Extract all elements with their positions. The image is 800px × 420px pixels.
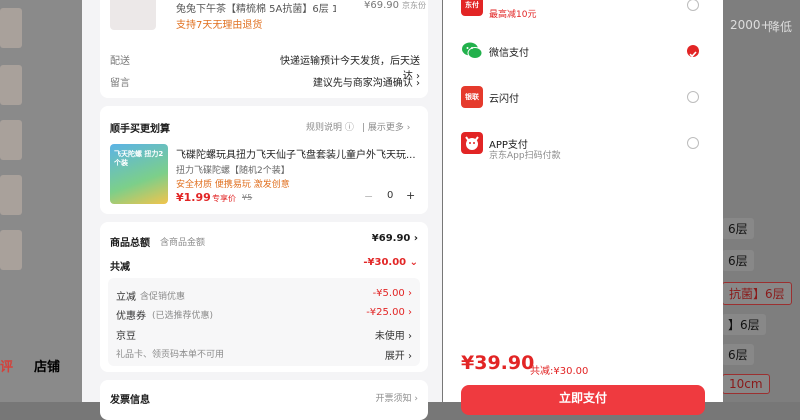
product-image (110, 0, 156, 30)
background-tab-reviews[interactable]: 评 (0, 356, 13, 375)
quantity-minus-button[interactable]: − (364, 190, 373, 203)
background-count: 2000+ (730, 18, 771, 32)
show-more-link[interactable]: | 展示更多 › (362, 120, 410, 133)
bundle-item-price: ¥1.99 (176, 191, 211, 204)
message-label: 留言 (110, 78, 130, 89)
payment-panel: 东付 最高减10元 微信支付 银联 云闪付 APP支付 京东App扫码付款 ¥3… (443, 0, 723, 415)
instant-value[interactable]: -¥5.00 › (373, 288, 412, 299)
reduce-label: 共减 (110, 262, 130, 273)
jd-beans-label: 京豆 (116, 331, 136, 342)
background-right-column: 2000+ 降低 6层 6层 抗菌】6层 】6层 6层 10cm (722, 0, 800, 402)
instant-sub: 含促销优惠 (140, 292, 186, 302)
wechat-glyph (462, 42, 483, 59)
bundle-item-image[interactable]: 飞天陀螺 扭力2个装 (110, 144, 168, 204)
radio-unionpay[interactable] (687, 91, 699, 103)
bundle-item-tags: 安全材质 便携易玩 激发创意 (176, 180, 290, 190)
reduce-value[interactable]: -¥30.00 ⌄ (363, 257, 418, 268)
product-price: ¥69.90 (364, 0, 399, 11)
product-shop: 京东份 (402, 1, 426, 10)
bundle-item-original-price: ¥5 (242, 193, 253, 202)
background-tab-shop[interactable]: 店铺 (34, 356, 60, 375)
wechat-pay-name: 微信支付 (489, 48, 529, 59)
radio-jd[interactable] (687, 0, 699, 11)
return-policy-tag: 支持7天无理由退货 (176, 20, 263, 31)
total-value[interactable]: ¥69.90 › (372, 233, 418, 244)
pay-total-reduce: 共减:¥30.00 (530, 366, 589, 377)
coupon-sub: (已选推荐优惠) (152, 311, 214, 321)
app-pay-sub: 京东App扫码付款 (489, 151, 561, 161)
checkmark-icon (689, 51, 697, 58)
jd-pay-discount: 最高减10元 (489, 10, 537, 20)
jd-beans-value[interactable]: 未使用 › (375, 327, 412, 342)
background-thumbnail (0, 120, 22, 160)
info-icon: ⓘ (344, 123, 354, 133)
radio-wechat-selected[interactable] (687, 45, 699, 58)
gift-card-expand[interactable]: 展开 › (385, 347, 412, 362)
gift-card-label: 礼品卡、领贡码本单不可用 (116, 350, 225, 360)
background-chip[interactable]: 10cm (722, 374, 770, 394)
background-left-column: 评 店铺 (0, 0, 82, 402)
payment-option-app[interactable]: APP支付 京东App扫码付款 (461, 132, 705, 161)
delivery-label: 配送 (110, 56, 130, 67)
message-input[interactable]: 建议先与商家沟通确认 › (280, 74, 420, 89)
coupon-label: 优惠券 (116, 311, 146, 322)
bundle-item-spec[interactable]: 扭力飞碟陀螺【随机2个装】 (176, 163, 290, 176)
background-chip[interactable]: 6层 (722, 250, 754, 271)
jd-pay-icon: 东付 (461, 0, 483, 16)
invoice-label: 发票信息 (110, 395, 150, 406)
background-chip[interactable]: 抗菌】6层 (722, 282, 792, 305)
payment-option-unionpay[interactable]: 银联 云闪付 (461, 86, 705, 110)
background-thumbnail (0, 230, 22, 270)
discount-breakdown: 立减 含促销优惠 -¥5.00 › 优惠券 (已选推荐优惠) -¥25.00 ›… (108, 278, 420, 366)
price-summary-card: 商品总额 含商品金额 ¥69.90 › 共减 -¥30.00 ⌄ 立减 含促销优… (100, 222, 428, 372)
unionpay-icon: 银联 (461, 86, 483, 108)
product-title[interactable]: 兔兔下午茶【精梳棉 5A抗菌】6层 1... (176, 0, 336, 15)
payment-option-jd[interactable]: 东付 最高减10元 (461, 0, 705, 20)
payment-option-wechat[interactable]: 微信支付 (461, 40, 705, 64)
product-card: 兔兔下午茶【精梳棉 5A抗菌】6层 1... ¥69.90 京东份 支持7天无理… (100, 0, 428, 98)
background-chip[interactable]: 6层 (722, 218, 754, 239)
wechat-pay-icon (461, 40, 483, 62)
submit-payment-button[interactable]: 立即支付 (461, 385, 705, 415)
quantity-value[interactable]: 0 (387, 190, 393, 201)
background-chip[interactable]: 6层 (722, 344, 754, 365)
bundle-card: 顺手买更划算 规则说明 ⓘ | 展示更多 › 飞天陀螺 扭力2个装 飞碟陀螺玩具… (100, 106, 428, 214)
background-thumbnail (0, 8, 22, 48)
jd-app-icon (461, 132, 483, 154)
background-more: 降低 (768, 20, 793, 34)
bundle-item-image-text: 飞天陀螺 扭力2个装 (114, 150, 164, 167)
bundle-title: 顺手买更划算 (110, 124, 170, 135)
bundle-item-price-label: 专享价 (212, 194, 236, 203)
jd-dog-glyph (465, 136, 479, 150)
invoice-notice[interactable]: 开票须知 › (376, 391, 418, 404)
background-chip[interactable]: 】6层 (722, 314, 766, 335)
quantity-plus-button[interactable]: + (406, 189, 415, 202)
coupon-value[interactable]: -¥25.00 › (366, 307, 412, 318)
radio-app[interactable] (687, 137, 699, 149)
chevron-down-icon: ⌄ (409, 257, 418, 268)
background-thumbnail (0, 65, 22, 105)
total-sub: 含商品金额 (160, 238, 206, 248)
total-label: 商品总额 (110, 238, 150, 249)
bundle-item-title[interactable]: 飞碟陀螺玩具扭力飞天仙子飞盘套装儿童户外飞天玩... (176, 146, 422, 161)
pay-total: ¥39.90 (461, 352, 535, 374)
rules-link[interactable]: 规则说明 ⓘ (306, 120, 354, 133)
unionpay-name: 云闪付 (489, 94, 519, 105)
order-details-panel: 兔兔下午茶【精梳棉 5A抗菌】6层 1... ¥69.90 京东份 支持7天无理… (82, 0, 442, 420)
instant-label: 立减 (116, 292, 136, 303)
background-thumbnail (0, 175, 22, 215)
invoice-card: 发票信息 开票须知 › (100, 380, 428, 420)
